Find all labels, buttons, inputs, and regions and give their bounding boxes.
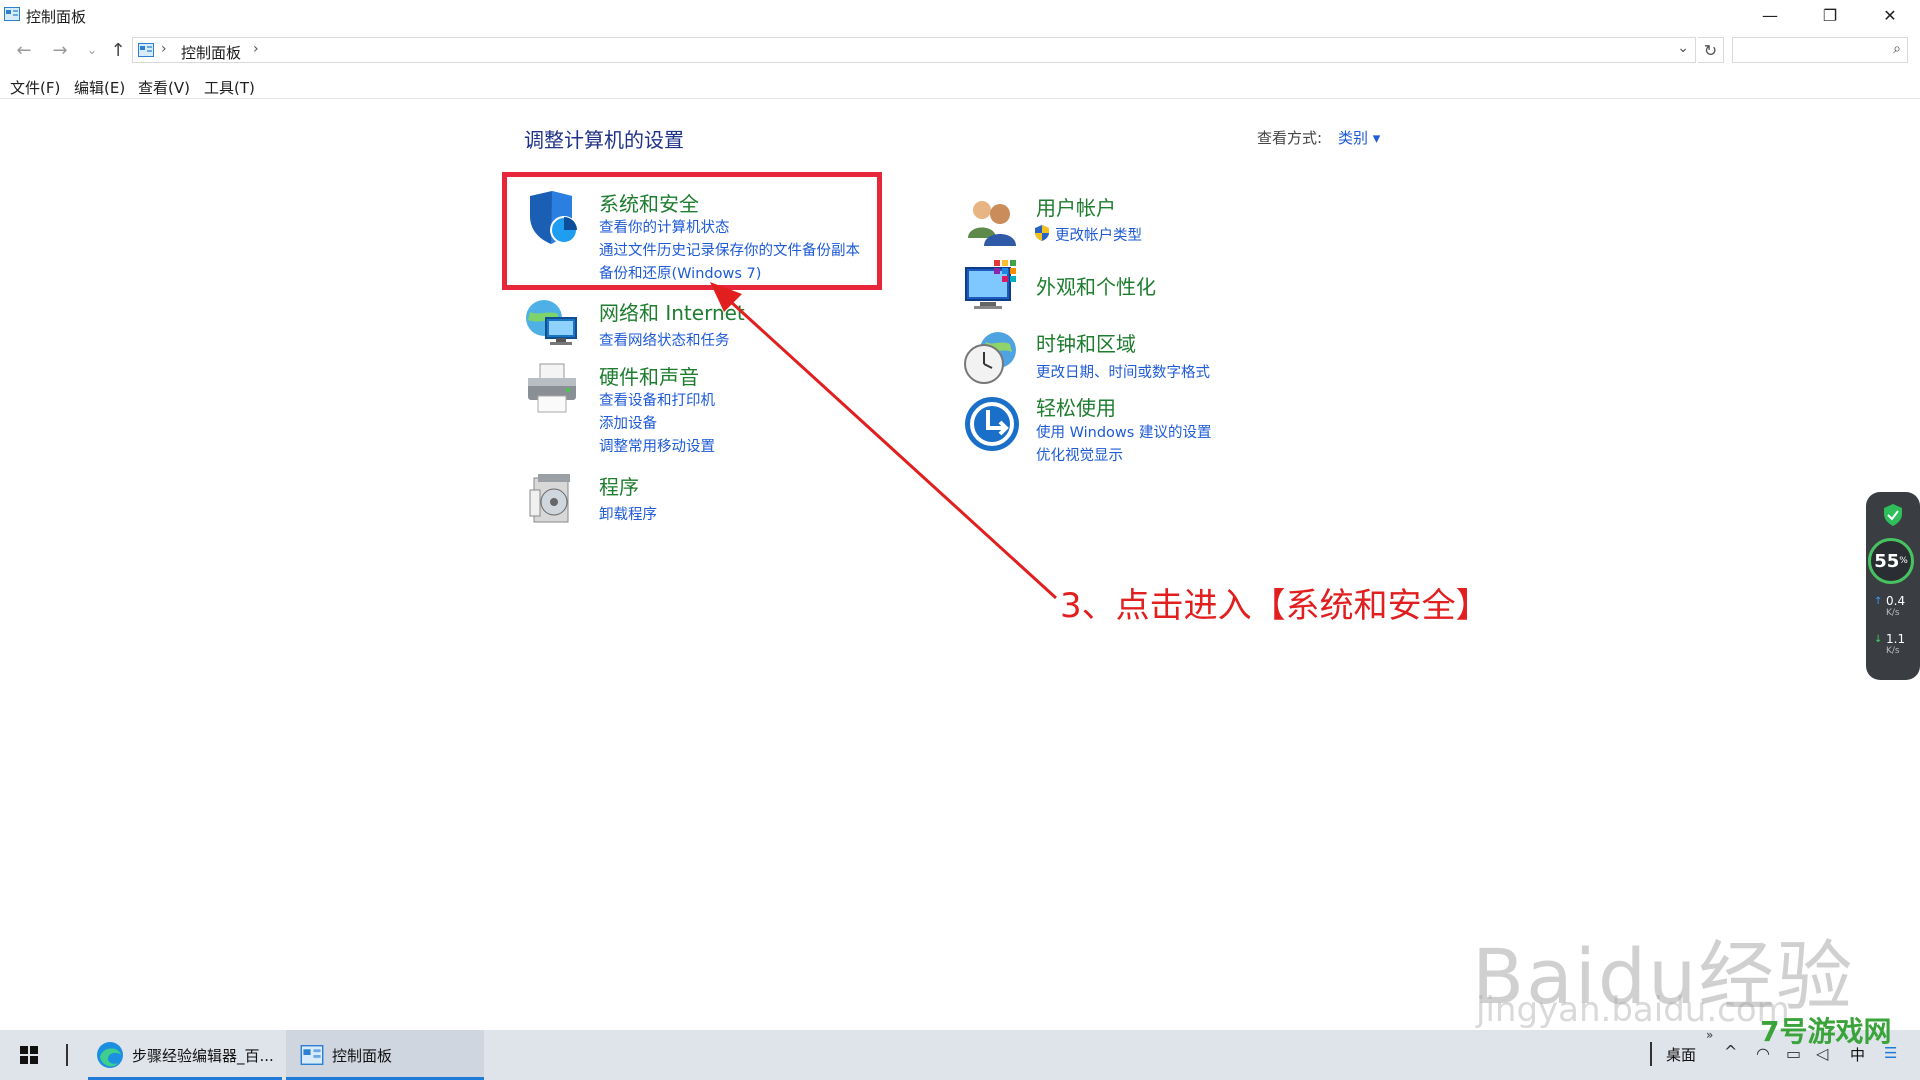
close-button[interactable]: ✕ bbox=[1860, 0, 1920, 30]
network-icon[interactable] bbox=[524, 296, 580, 352]
menu-tools[interactable]: 工具(T) bbox=[204, 77, 255, 98]
link-add-device[interactable]: 添加设备 bbox=[599, 412, 657, 433]
menu-edit[interactable]: 编辑(E) bbox=[74, 77, 125, 98]
desktop-toolbar-label[interactable]: 桌面 bbox=[1666, 1044, 1696, 1065]
view-by-dropdown[interactable]: 类别 ▾ bbox=[1338, 127, 1380, 148]
network-speed-widget[interactable]: 55% ↑ 0.4 K/s ↓ 1.1 K/s bbox=[1866, 492, 1920, 680]
category-programs[interactable]: 程序 bbox=[599, 471, 639, 500]
users-icon[interactable] bbox=[964, 194, 1020, 250]
control-panel-icon bbox=[138, 43, 154, 57]
download-unit: K/s bbox=[1886, 646, 1900, 656]
upload-unit: K/s bbox=[1886, 608, 1900, 618]
link-view-devices-printers[interactable]: 查看设备和打印机 bbox=[599, 389, 715, 410]
minimize-button[interactable]: — bbox=[1740, 0, 1800, 30]
forward-arrow-icon[interactable]: → bbox=[46, 37, 74, 63]
window-title: 控制面板 bbox=[26, 8, 87, 26]
control-panel-icon bbox=[300, 1045, 324, 1065]
memory-percent: 55 bbox=[1874, 550, 1900, 572]
upload-speed: 0.4 bbox=[1886, 594, 1906, 608]
link-uninstall-program[interactable]: 卸载程序 bbox=[599, 503, 657, 524]
page-title: 调整计算机的设置 bbox=[524, 128, 684, 152]
memory-percent-unit: % bbox=[1899, 556, 1908, 566]
show-hidden-icons-chevron-icon[interactable]: ^ bbox=[1724, 1042, 1737, 1061]
breadcrumb-separator-icon[interactable]: › bbox=[253, 41, 259, 57]
upload-arrow-icon: ↑ bbox=[1874, 596, 1883, 607]
category-user-accounts[interactable]: 用户帐户 bbox=[1036, 192, 1116, 221]
up-arrow-icon[interactable]: ↑ bbox=[104, 37, 132, 63]
link-change-account-type[interactable]: 更改帐户类型 bbox=[1055, 224, 1142, 245]
maximize-button[interactable]: ❐ bbox=[1800, 0, 1860, 30]
back-arrow-icon[interactable]: ← bbox=[10, 37, 38, 63]
navigation-bar: ← → ⌄ ↑ › 控制面板 › ⌄ ↻ ⌕ bbox=[0, 33, 1920, 67]
menu-bar: 文件(F) 编辑(E) 查看(V) 工具(T) bbox=[0, 74, 1920, 99]
programs-icon[interactable] bbox=[524, 470, 580, 526]
download-arrow-icon: ↓ bbox=[1874, 634, 1883, 645]
annotation-arrow bbox=[710, 282, 1058, 600]
recent-locations-chevron-icon[interactable]: ⌄ bbox=[78, 37, 106, 63]
windows-start-icon[interactable] bbox=[20, 1046, 38, 1064]
printer-icon[interactable] bbox=[524, 360, 580, 416]
site-watermark: 7号游戏网 bbox=[1760, 1015, 1892, 1048]
uac-shield-icon bbox=[1035, 225, 1049, 241]
security-shield-icon bbox=[1884, 504, 1902, 526]
link-mobility-settings[interactable]: 调整常用移动设置 bbox=[599, 435, 715, 456]
taskbar-divider bbox=[1650, 1042, 1652, 1066]
toolbar-expand-icon[interactable]: » bbox=[1706, 1028, 1713, 1042]
address-dropdown-chevron-icon[interactable]: ⌄ bbox=[1677, 40, 1689, 56]
taskbar-item-edge[interactable]: 步骤经验编辑器_百... bbox=[88, 1030, 282, 1080]
memory-usage-gauge: 55% bbox=[1868, 538, 1914, 584]
highlight-box bbox=[502, 172, 882, 290]
title-bar: 控制面板 — ❐ ✕ bbox=[0, 0, 1920, 30]
category-hardware-sound[interactable]: 硬件和声音 bbox=[599, 361, 699, 390]
menu-file[interactable]: 文件(F) bbox=[10, 77, 60, 98]
view-by-label: 查看方式: bbox=[1257, 129, 1323, 147]
refresh-icon[interactable]: ↻ bbox=[1698, 37, 1724, 63]
taskbar-item-label: 控制面板 bbox=[332, 1046, 393, 1065]
breadcrumb-separator-icon[interactable]: › bbox=[161, 41, 167, 57]
jingyan-watermark: jingyan.baidu.com bbox=[1476, 990, 1790, 1030]
address-bar[interactable]: › 控制面板 › ⌄ bbox=[132, 37, 1696, 63]
menu-view[interactable]: 查看(V) bbox=[138, 77, 190, 98]
taskbar-item-control-panel[interactable]: 控制面板 bbox=[286, 1030, 484, 1080]
breadcrumb-control-panel[interactable]: 控制面板 bbox=[181, 42, 241, 63]
taskbar-item-label: 步骤经验编辑器_百... bbox=[132, 1046, 274, 1065]
control-panel-icon bbox=[4, 7, 20, 21]
download-speed: 1.1 bbox=[1886, 632, 1906, 646]
taskbar: 步骤经验编辑器_百... 控制面板 桌面 » ^ ◠ ▭ ◁ 中 ☰ bbox=[0, 1028, 1920, 1080]
search-icon[interactable]: ⌕ bbox=[1893, 41, 1901, 57]
annotation-text: 3、点击进入【系统和安全】 bbox=[1060, 586, 1490, 626]
taskbar-divider bbox=[66, 1044, 68, 1066]
search-input[interactable]: ⌕ bbox=[1732, 37, 1908, 63]
edge-icon bbox=[97, 1042, 123, 1068]
